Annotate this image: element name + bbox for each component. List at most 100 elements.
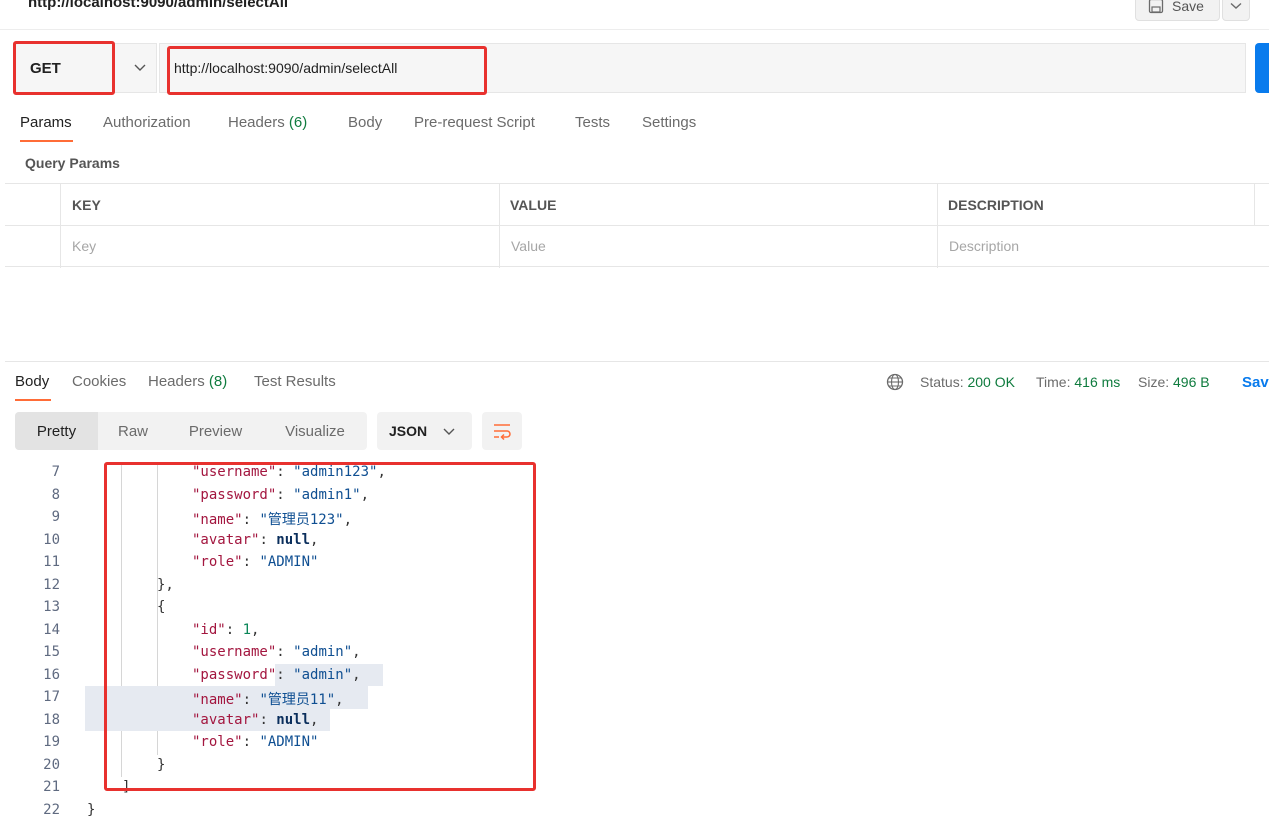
code-line: 13 {: [0, 596, 1269, 619]
save-response-button[interactable]: Sav: [1242, 374, 1269, 391]
code-text: "username": "admin123",: [192, 464, 386, 480]
code-text: "name": "管理员123",: [192, 512, 353, 528]
response-body-editor[interactable]: 7 "username": "admin123", 8 "password": "ad…: [0, 462, 1269, 819]
code-text: "role": "ADMIN": [192, 554, 319, 570]
code-line: 8 "password": "admin1",: [0, 484, 1269, 507]
send-button[interactable]: [1255, 43, 1269, 93]
save-label: Save: [1172, 0, 1204, 14]
code-text: "id": 1,: [192, 621, 260, 638]
code-text: "avatar": null,: [192, 531, 319, 548]
response-tab-cookies[interactable]: Cookies: [72, 373, 126, 390]
chevron-down-icon: [1230, 2, 1242, 9]
code-line: 18 "avatar": null,: [0, 708, 1269, 731]
tab-pre-request-script[interactable]: Pre-request Script: [414, 114, 535, 131]
table-header-row: [5, 184, 1269, 226]
line-number: 8: [51, 486, 60, 503]
code-line: 15 "username": "admin",: [0, 641, 1269, 664]
tab-authorization[interactable]: Authorization: [103, 114, 191, 131]
code-line: 7 "username": "admin123",: [0, 462, 1269, 484]
response-tab-headers[interactable]: Headers (8): [148, 373, 227, 390]
response-headers-count: (8): [208, 373, 228, 390]
response-status[interactable]: Status: 200 OK: [920, 374, 1015, 390]
line-number: 7: [51, 464, 60, 480]
code-text: "name": "管理员11",: [192, 692, 344, 708]
method-label: GET: [30, 60, 61, 77]
line-number: 22: [43, 801, 60, 818]
code-line: 19 "role": "ADMIN": [0, 731, 1269, 754]
tab-body[interactable]: Body: [348, 114, 382, 131]
line-number: 17: [43, 689, 60, 705]
response-divider: [5, 361, 1269, 362]
save-icon: [1148, 0, 1164, 13]
code-line: 14 "id": 1,: [0, 619, 1269, 642]
code-text: },: [157, 576, 174, 593]
tab-params[interactable]: Params: [20, 114, 72, 131]
code-text: "password": "admin",: [192, 666, 361, 683]
format-label: JSON: [389, 423, 428, 439]
request-title[interactable]: http://localhost:9090/admin/selectAll: [28, 0, 288, 11]
code-text: }: [87, 801, 96, 818]
code-line: 12},: [0, 574, 1269, 597]
view-preview-button[interactable]: Preview: [168, 412, 263, 450]
line-number: 21: [43, 779, 60, 795]
wrap-icon: [494, 424, 511, 440]
column-header-value: VALUE: [510, 197, 557, 213]
code-line: 9 "name": "管理员123",: [0, 506, 1269, 529]
active-tab-indicator: [20, 140, 73, 142]
line-number: 15: [43, 644, 60, 660]
tab-settings[interactable]: Settings: [642, 114, 696, 131]
tab-tests[interactable]: Tests: [575, 114, 610, 131]
save-dropdown-button[interactable]: [1222, 0, 1250, 21]
code-text: }: [157, 756, 166, 773]
view-visualize-button[interactable]: Visualize: [263, 412, 367, 450]
query-params-title: Query Params: [25, 155, 120, 171]
code-line: 20}: [0, 754, 1269, 777]
line-number: 10: [43, 531, 60, 548]
code-line: 17 "name": "管理员11",: [0, 686, 1269, 709]
tab-headers[interactable]: Headers (6): [228, 114, 307, 131]
view-raw-button[interactable]: Raw: [98, 412, 168, 450]
code-text: "avatar": null,: [192, 711, 319, 728]
column-header-description: DESCRIPTION: [948, 197, 1044, 213]
chevron-down-icon: [134, 64, 146, 71]
line-number: 11: [43, 554, 60, 570]
code-line: 10 "avatar": null,: [0, 529, 1269, 552]
save-button[interactable]: Save: [1135, 0, 1220, 21]
url-input[interactable]: http://localhost:9090/admin/selectAll: [159, 43, 1246, 93]
key-input[interactable]: Key: [72, 238, 96, 254]
line-number: 14: [43, 621, 60, 638]
response-time[interactable]: Time: 416 ms: [1036, 374, 1120, 390]
column-header-key: KEY: [72, 197, 101, 213]
line-number: 18: [43, 711, 60, 728]
code-text: "username": "admin",: [192, 644, 361, 660]
chevron-down-icon: [443, 428, 455, 435]
request-title-strip: http://localhost:9090/admin/selectAll Sa…: [0, 0, 1269, 30]
code-text: "password": "admin1",: [192, 486, 370, 503]
view-mode-group: Pretty Raw Preview Visualize: [15, 412, 367, 450]
query-params-table: KEY VALUE DESCRIPTION Key Value Descript…: [5, 183, 1269, 268]
line-number: 20: [43, 756, 60, 773]
view-pretty-button[interactable]: Pretty: [15, 412, 98, 450]
method-select[interactable]: GET: [14, 43, 157, 93]
wrap-lines-button[interactable]: [482, 412, 522, 450]
line-number: 12: [43, 576, 60, 593]
line-number: 9: [51, 509, 60, 525]
code-line: 11 "role": "ADMIN": [0, 551, 1269, 574]
code-text: "role": "ADMIN": [192, 734, 319, 750]
response-tab-test-results[interactable]: Test Results: [254, 373, 336, 390]
response-size[interactable]: Size: 496 B: [1138, 374, 1210, 390]
format-select[interactable]: JSON: [377, 412, 472, 450]
code-line: 22}: [0, 799, 1269, 819]
code-text: ]: [122, 779, 131, 795]
headers-count: (6): [288, 114, 308, 131]
code-text: {: [157, 599, 166, 615]
response-active-tab-indicator: [15, 399, 51, 401]
url-text: http://localhost:9090/admin/selectAll: [174, 60, 398, 76]
line-number: 16: [43, 666, 60, 683]
value-input[interactable]: Value: [511, 238, 546, 254]
code-line: 16 "password": "admin",: [0, 663, 1269, 686]
code-line: 21]: [0, 776, 1269, 799]
globe-icon[interactable]: [886, 373, 904, 391]
response-tab-body[interactable]: Body: [15, 373, 49, 390]
description-input[interactable]: Description: [949, 238, 1019, 254]
